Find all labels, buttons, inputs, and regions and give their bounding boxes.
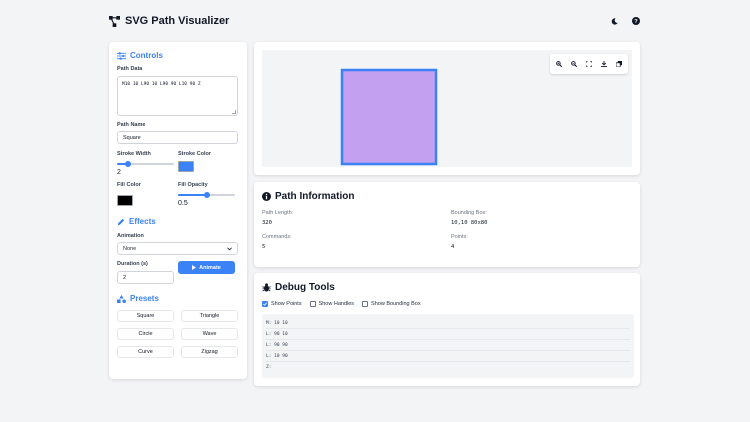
path-length-label: Path Length:: [262, 210, 294, 216]
download-icon: [601, 61, 607, 67]
download-button[interactable]: [600, 60, 608, 68]
duration-input[interactable]: 2: [117, 271, 174, 284]
preset-curve-button[interactable]: Curve: [117, 346, 174, 358]
fit-screen-icon: [586, 61, 592, 67]
path-data-textarea[interactable]: M10 10 L90 10 L90 90 L10 90 Z: [117, 76, 238, 116]
stroke-color-picker[interactable]: [178, 161, 194, 172]
path-name-input[interactable]: Square: [117, 131, 238, 144]
commands-label: Commands:: [262, 234, 292, 240]
svg-canvas[interactable]: [262, 50, 632, 167]
controls-heading: Controls: [117, 50, 239, 61]
copy-button[interactable]: [615, 60, 623, 68]
canvas-panel: [254, 42, 640, 175]
points-label: Points:: [451, 234, 468, 240]
pen-icon: [117, 218, 125, 225]
bounding-box-label: Bounding Box:: [451, 210, 487, 216]
sliders-icon: [117, 51, 126, 60]
path-info-panel: Path Information Path Length: 320 Boundi…: [254, 182, 640, 267]
chevron-down-icon: [227, 246, 232, 250]
show-bounding-box-label: Show Bounding Box: [371, 301, 421, 307]
show-points-checkbox[interactable]: Show Points: [262, 301, 302, 307]
path-data-label: Path Data: [117, 66, 143, 72]
points-value: 4: [451, 244, 455, 250]
presets-grid: Square Triangle Circle Wave Curve Zigzag: [117, 310, 239, 358]
animation-value: None: [123, 245, 137, 252]
zoom-in-icon: [556, 61, 562, 67]
zoom-out-icon: [571, 61, 577, 67]
effects-title: Effects: [129, 217, 156, 226]
slider-thumb[interactable]: [125, 161, 132, 167]
path-length-value: 320: [262, 220, 272, 226]
play-icon: [192, 265, 197, 270]
help-button[interactable]: ?: [631, 17, 640, 26]
fill-opacity-value: 0.5: [178, 200, 188, 207]
debug-line: L: 10 90: [266, 351, 630, 362]
show-points-label: Show Points: [271, 301, 302, 307]
debug-heading: Debug Tools: [262, 282, 632, 293]
fill-color-picker[interactable]: [117, 195, 133, 206]
effects-heading: Effects: [117, 216, 239, 227]
stroke-color-label: Stroke Color: [178, 151, 212, 157]
shapes-icon: [117, 294, 126, 303]
slider-thumb[interactable]: [203, 192, 210, 198]
app-title: SVG Path Visualizer: [125, 15, 230, 27]
copy-icon: [616, 61, 622, 67]
preset-triangle-button[interactable]: Triangle: [181, 310, 238, 322]
path-name-label: Path Name: [117, 122, 146, 128]
path-data-value: M10 10 L90 10 L90 90 L10 90 Z: [122, 82, 201, 87]
stroke-width-value: 2: [117, 169, 121, 176]
app-header: SVG Path Visualizer ?: [109, 12, 640, 30]
checkbox-icon[interactable]: [362, 301, 369, 307]
debug-line: L: 90 90: [266, 340, 630, 351]
preset-wave-button[interactable]: Wave: [181, 328, 238, 340]
debug-line: L: 90 10: [266, 329, 630, 340]
fill-opacity-slider[interactable]: [178, 192, 235, 198]
debug-line: Z:: [266, 365, 272, 370]
debug-output: M: 10 10 L: 90 10 L: 90 90 L: 10 90 Z:: [262, 314, 634, 378]
show-bounding-box-checkbox[interactable]: Show Bounding Box: [362, 301, 421, 307]
canvas-toolbar: [550, 54, 628, 74]
bounding-box-value: 10,10 80x80: [451, 220, 488, 226]
controls-panel: Controls Path Data M10 10 L90 10 L90 90 …: [109, 42, 247, 379]
presets-heading: Presets: [117, 293, 239, 304]
controls-title: Controls: [130, 51, 163, 60]
help-icon: ?: [631, 17, 640, 25]
preset-circle-button[interactable]: Circle: [117, 328, 174, 340]
stroke-width-label: Stroke Width: [117, 151, 151, 157]
dark-mode-button[interactable]: [610, 17, 619, 26]
checkbox-checked-icon[interactable]: [262, 301, 268, 307]
zoom-out-button[interactable]: [570, 60, 578, 68]
path-shape[interactable]: [340, 68, 438, 166]
debug-line: M: 10 10: [266, 318, 630, 329]
preset-square-button[interactable]: Square: [117, 310, 174, 322]
fill-opacity-label: Fill Opacity: [178, 182, 208, 188]
zoom-in-button[interactable]: [555, 60, 563, 68]
debug-title: Debug Tools: [275, 282, 335, 293]
debug-panel: Debug Tools Show Points Show Handles Sho…: [254, 273, 640, 386]
resize-grip-icon[interactable]: [232, 110, 236, 114]
path-info-title: Path Information: [275, 191, 355, 202]
bug-icon: [262, 283, 271, 292]
presets-title: Presets: [130, 294, 159, 303]
moon-icon: [611, 17, 618, 25]
commands-value: 5: [262, 244, 266, 250]
animation-select[interactable]: None: [117, 242, 238, 255]
show-handles-label: Show Handles: [318, 301, 355, 307]
stroke-width-slider[interactable]: [117, 161, 174, 167]
show-handles-checkbox[interactable]: Show Handles: [309, 301, 355, 307]
path-name-value: Square: [123, 134, 141, 141]
path-info-heading: Path Information: [262, 191, 632, 202]
duration-label: Duration (s): [117, 261, 148, 267]
path-nodes-icon: [109, 15, 120, 27]
animation-label: Animation: [117, 233, 144, 239]
svg-text:?: ?: [634, 19, 638, 25]
duration-value: 2: [123, 274, 127, 281]
animate-label: Animate: [199, 264, 221, 271]
fit-screen-button[interactable]: [585, 60, 593, 68]
animate-button[interactable]: Animate: [178, 261, 235, 274]
preset-zigzag-button[interactable]: Zigzag: [181, 346, 238, 358]
checkbox-icon[interactable]: [309, 301, 316, 307]
info-icon: [262, 192, 271, 201]
fill-color-label: Fill Color: [117, 182, 141, 188]
